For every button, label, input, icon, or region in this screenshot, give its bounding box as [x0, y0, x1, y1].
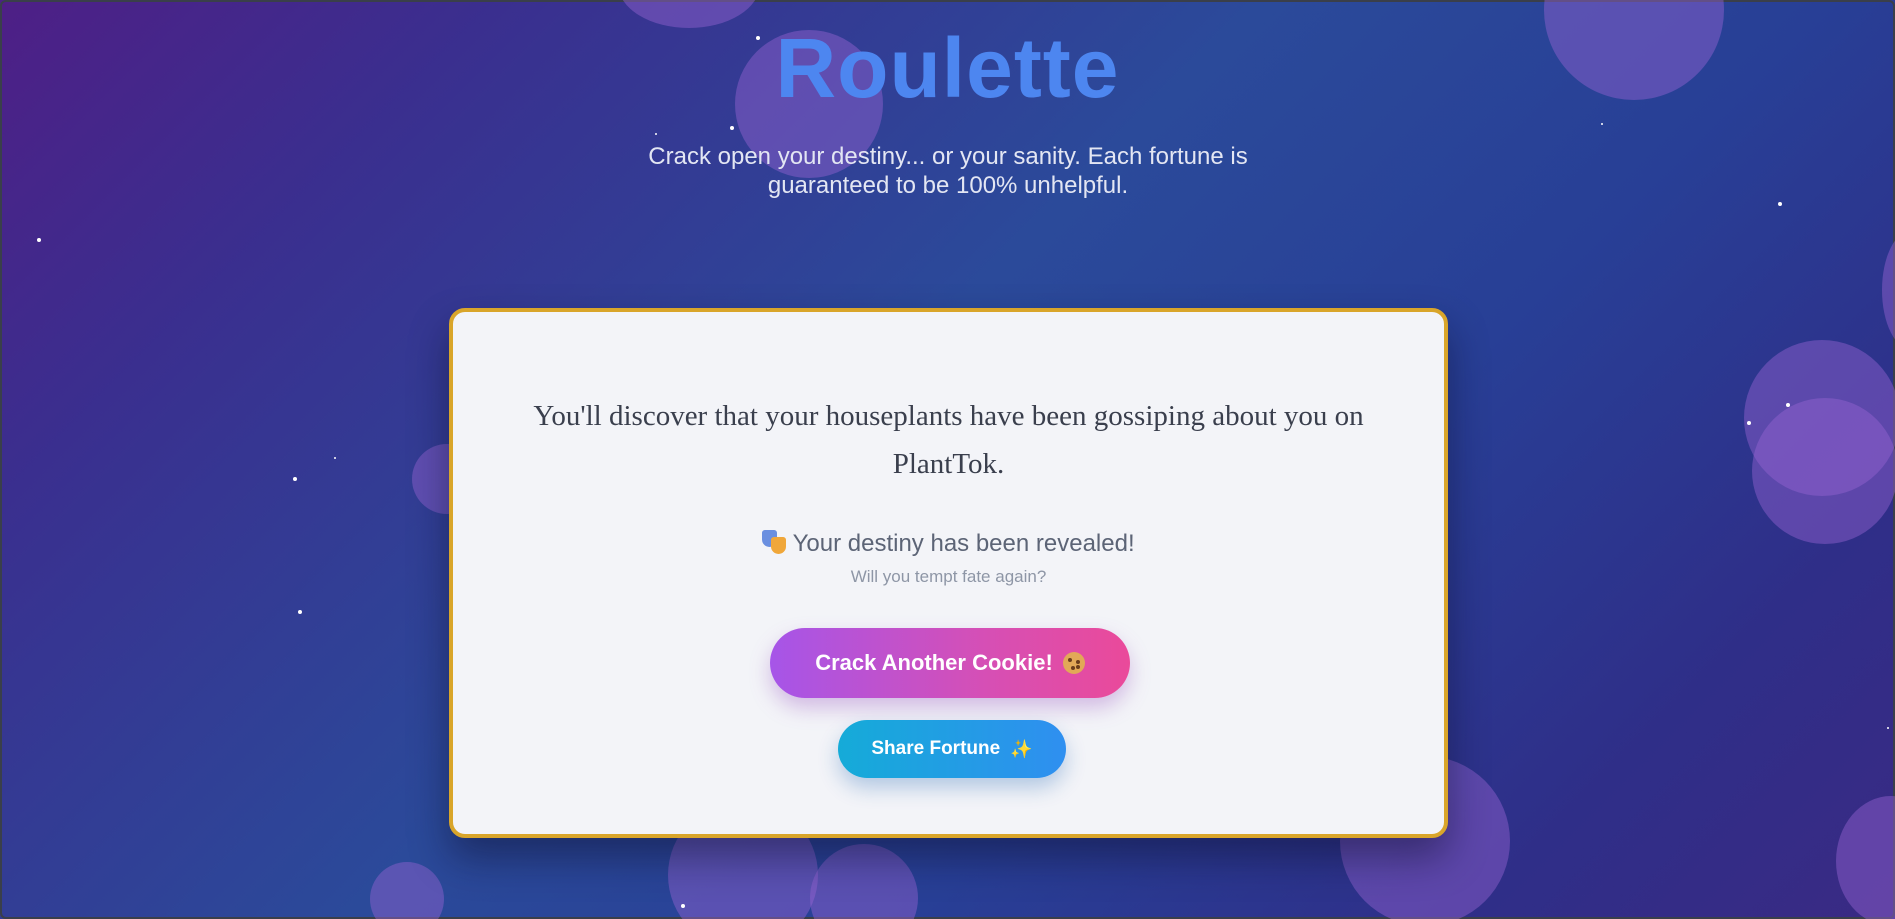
background-star [1747, 421, 1751, 425]
page-title: Roulette [775, 21, 1120, 115]
crack-another-cookie-button[interactable]: Crack Another Cookie! [770, 628, 1130, 698]
background-star [298, 610, 302, 614]
background-star [37, 238, 41, 242]
cookie-icon [1062, 652, 1085, 674]
page-subtitle: Crack open your destiny... or your sanit… [648, 143, 1248, 199]
background-star [293, 477, 297, 481]
background-bubble [810, 844, 918, 919]
share-button-label: Share Fortune [871, 738, 1001, 759]
background-star [655, 133, 657, 135]
tempt-text: Will you tempt fate again? [850, 567, 1047, 586]
background-star [334, 457, 336, 459]
background-star [681, 904, 685, 908]
fortune-card: You'll discover that your houseplants ha… [449, 308, 1448, 838]
share-fortune-button[interactable]: Share Fortune ✨ [838, 720, 1066, 778]
background-star [1778, 202, 1782, 206]
background-star [1786, 403, 1790, 407]
background-star [730, 126, 734, 130]
background-bubble [370, 862, 444, 919]
revealed-text: Your destiny has been revealed! [792, 530, 1135, 557]
background-star [1887, 727, 1889, 729]
fortune-text: You'll discover that your houseplants ha… [533, 400, 1364, 480]
revealed-message: Your destiny has been revealed! [453, 529, 1444, 559]
crack-button-label: Crack Another Cookie! [815, 650, 1053, 675]
background-bubble [1752, 398, 1895, 544]
background-bubble [1836, 796, 1895, 919]
background-star [1601, 123, 1603, 125]
theater-masks-icon [762, 530, 787, 554]
background-bubble [1882, 230, 1895, 350]
sparkles-icon: ✨ [1010, 739, 1033, 759]
